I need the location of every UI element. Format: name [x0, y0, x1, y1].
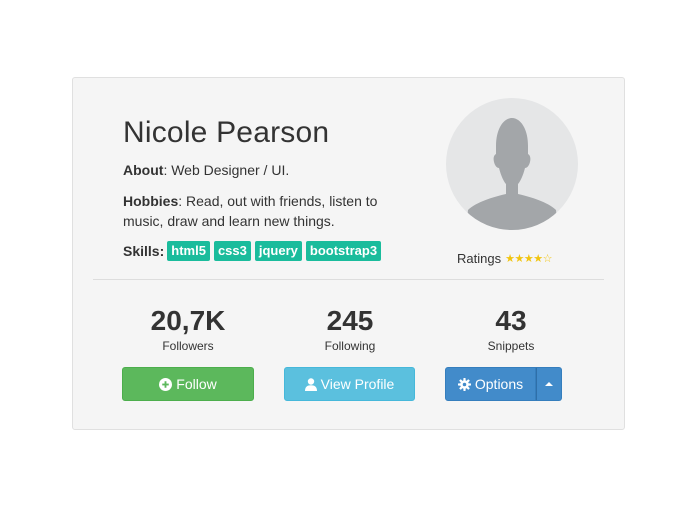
plus-circle-icon — [159, 377, 173, 391]
skill-tag: css3 — [213, 241, 251, 261]
stat-label: Snippets — [487, 339, 535, 353]
gear-icon — [457, 377, 471, 391]
star-rating: ★★★★☆ — [505, 252, 552, 265]
star-filled-icon: ★ — [523, 253, 534, 265]
ratings-label: Ratings — [457, 251, 502, 266]
skills-label: Skills: — [123, 243, 165, 259]
options-dropdown-toggle[interactable] — [536, 367, 562, 401]
hobbies-label: Hobbies — [123, 193, 179, 209]
user-icon — [304, 377, 317, 391]
skills-line: Skills: html5 css3 jquery bootstrap3 — [123, 241, 385, 261]
hobbies-line: Hobbies: Read, out with friends, listen … — [123, 191, 383, 231]
stat-value: 43 — [495, 305, 527, 336]
stat-value: 245 — [326, 305, 374, 336]
stat-following: 245 Following — [280, 304, 420, 353]
ratings: Ratings ★★★★☆ — [457, 251, 552, 266]
skill-tag: bootstrap3 — [305, 241, 382, 261]
stat-snippets: 43 Snippets — [441, 304, 581, 353]
star-filled-icon: ★ — [514, 253, 524, 265]
stat-label: Following — [324, 339, 376, 353]
follow-button[interactable]: Follow — [122, 367, 254, 401]
star-filled-icon: ★ — [533, 253, 543, 265]
options-button[interactable]: Options — [445, 367, 536, 401]
view-profile-label: View Profile — [320, 376, 395, 392]
skill-tag: jquery — [254, 241, 302, 261]
skill-tag: html5 — [167, 241, 210, 261]
avatar — [446, 98, 578, 230]
stat-value: 20,7K — [150, 305, 226, 336]
profile-name: Nicole Pearson — [123, 116, 330, 149]
about-value: : Web Designer / UI. — [163, 162, 290, 178]
about-label: About — [123, 162, 164, 178]
person-silhouette-icon — [466, 118, 558, 230]
options-label: Options — [474, 376, 524, 392]
divider — [93, 279, 604, 280]
about-line: About: Web Designer / UI. — [123, 162, 289, 178]
stat-followers: 20,7K Followers — [118, 304, 258, 353]
profile-card: Nicole Pearson About: Web Designer / UI.… — [72, 77, 625, 430]
caret-up-icon — [545, 382, 553, 386]
view-profile-button[interactable]: View Profile — [284, 367, 415, 401]
stat-label: Followers — [162, 339, 214, 353]
star-empty-icon: ☆ — [542, 253, 553, 265]
follow-label: Follow — [176, 376, 217, 392]
